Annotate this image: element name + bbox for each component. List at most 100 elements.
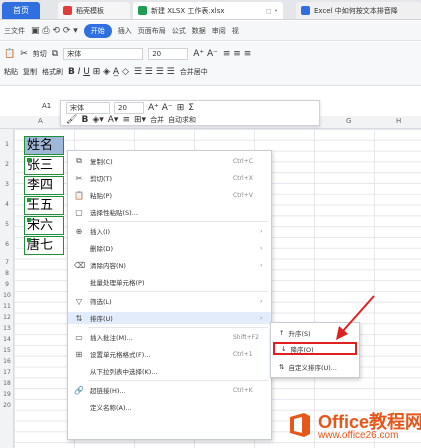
tab-bar: 首页 稻壳模板 新建 XLSX 工作表.xlsx ◻ • Excel 中如何按文… xyxy=(0,0,421,20)
menu-view[interactable]: 视 xyxy=(232,26,239,36)
cell-a3[interactable]: 李四 xyxy=(24,176,64,195)
row-header[interactable]: 18 xyxy=(0,380,14,387)
column-header[interactable]: H xyxy=(396,117,401,125)
grow-font-icon[interactable]: A⁺ A⁻ xyxy=(193,49,218,59)
copy-label[interactable]: 复制 xyxy=(23,67,37,77)
cell-a2[interactable]: 张三 xyxy=(24,156,64,175)
row-header[interactable]: 8 xyxy=(0,270,14,277)
grow-font-icon[interactable]: A⁺ A⁻ xyxy=(148,103,173,113)
quick-access-icons[interactable]: ▣ ⎙ ⟲ ⟳ ▾ xyxy=(31,26,78,36)
row-header-bar: 1 2 3 4 5 6 7 8 9 10 11 12 13 14 15 16 1… xyxy=(0,129,14,448)
tab-workbook[interactable]: 新建 XLSX 工作表.xlsx ◻ • xyxy=(133,2,283,19)
font-name-select[interactable]: 宋体 xyxy=(63,48,144,60)
cell-a6[interactable]: 唐七 xyxy=(24,236,64,255)
format-painter-label[interactable]: 格式刷 xyxy=(42,67,63,77)
fill-color-icon[interactable]: ◈▾ xyxy=(92,115,103,125)
row-header[interactable]: 11 xyxy=(0,303,14,310)
office-logo-icon xyxy=(290,413,310,437)
chevron-right-icon: › xyxy=(260,244,263,252)
align-center-icon[interactable]: ≡ xyxy=(122,115,130,125)
menu-separator xyxy=(88,380,268,381)
menu-start[interactable]: 开始 xyxy=(83,23,112,38)
menu-item-cut[interactable]: ✂ 剪切(T) Ctrl+X xyxy=(68,172,271,184)
row-header[interactable]: 2 xyxy=(0,161,14,168)
custom-sort[interactable]: ⇅ 自定义排序(U)... xyxy=(273,360,357,373)
green-marker xyxy=(27,218,31,222)
copy-icon[interactable]: ⧉ xyxy=(52,49,58,59)
menu-item-paste-special[interactable]: ▢ 选择性粘贴(S)... xyxy=(68,206,271,218)
menu-item-insert[interactable]: ⊕ 插入(I) › xyxy=(68,225,271,237)
menu-layout[interactable]: 页面布局 xyxy=(138,26,166,36)
format-painter-icon[interactable]: 🖌 xyxy=(66,115,77,125)
border-icon[interactable]: ⊞▾ xyxy=(134,115,146,125)
row-header[interactable]: 10 xyxy=(0,292,14,299)
cell-a5[interactable]: 宋六 xyxy=(24,216,64,235)
row-header[interactable]: 20 xyxy=(0,402,14,409)
menu-item-define-name[interactable]: 定义名称(A)... xyxy=(68,401,271,413)
cut-label[interactable]: 剪切 xyxy=(33,49,47,59)
clear-icon: ⌫ xyxy=(74,260,86,270)
mini-merge-label[interactable]: 合并 xyxy=(150,115,164,125)
row-header[interactable]: 16 xyxy=(0,358,14,365)
tab-docer[interactable]: 稻壳模板 xyxy=(58,2,130,19)
tab-home[interactable]: 首页 xyxy=(2,2,40,19)
bold-icon[interactable]: B xyxy=(81,115,88,125)
cut-icon[interactable]: ✂ xyxy=(20,49,28,59)
paste-icon: 📋 xyxy=(74,190,84,200)
tab-document[interactable]: Excel 中如何按文本排音降 xyxy=(296,2,421,19)
cell-a1[interactable]: 姓名 xyxy=(24,136,64,155)
sum-icon[interactable]: Σ xyxy=(188,103,194,113)
row-header[interactable]: 14 xyxy=(0,336,14,343)
menu-insert[interactable]: 插入 xyxy=(118,26,132,36)
row-header[interactable]: 6 xyxy=(0,241,14,248)
menu-review[interactable]: 审阅 xyxy=(212,26,226,36)
menu-item-pick-list[interactable]: 从下拉列表中选择(K)... xyxy=(68,365,271,377)
column-header[interactable]: A xyxy=(38,117,43,125)
menu-item-clear[interactable]: ⌫ 清除内容(N) › xyxy=(68,259,271,271)
mini-autosum-label[interactable]: 自动求和 xyxy=(168,115,196,125)
watermark: Office教程网 www.office26.com xyxy=(286,408,421,448)
row-header[interactable]: 7 xyxy=(0,259,14,266)
menu-bar: 三文件 ▣ ⎙ ⟲ ⟳ ▾ 开始 插入 页面布局 公式 数据 审阅 视 xyxy=(0,21,421,41)
font-color-icon[interactable]: A▾ xyxy=(108,115,119,125)
menu-file[interactable]: 三文件 xyxy=(4,26,25,36)
column-header[interactable]: G xyxy=(346,117,351,125)
row-header[interactable]: 3 xyxy=(0,181,14,188)
menu-data[interactable]: 数据 xyxy=(192,26,206,36)
mini-font-select[interactable]: 宋体 xyxy=(66,102,110,114)
paste-icon[interactable]: 📋 xyxy=(4,49,15,59)
close-icon[interactable]: ◻ • xyxy=(266,7,278,15)
row-header[interactable]: 1 xyxy=(0,141,14,148)
paste-label[interactable]: 粘贴 xyxy=(4,67,18,77)
cell-a4[interactable]: 王五 xyxy=(24,196,64,215)
menu-item-paste[interactable]: 📋 粘贴(P) Ctrl+V xyxy=(68,189,271,201)
menu-item-comment[interactable]: ▭ 插入批注(M)... Shift+F2 xyxy=(68,331,271,343)
mini-size-select[interactable]: 20 xyxy=(114,102,144,114)
menu-item-sort[interactable]: ⇅ 排序(U) › xyxy=(68,312,271,324)
row-header[interactable]: 4 xyxy=(0,201,14,208)
menu-item-format-cells[interactable]: ⊞ 设置单元格格式(F)... Ctrl+1 xyxy=(68,348,271,360)
merge-center-label[interactable]: 合并居中 xyxy=(180,67,208,77)
menu-item-batch[interactable]: 批量处理单元格(P) xyxy=(68,276,271,288)
row-header[interactable]: 19 xyxy=(0,391,14,398)
row-header[interactable]: 15 xyxy=(0,347,14,354)
green-marker xyxy=(27,238,31,242)
row-header[interactable]: 17 xyxy=(0,369,14,376)
row-header[interactable]: 9 xyxy=(0,281,14,288)
bold-icon[interactable]: B I U ⊞ ◈ A̲ ◇ xyxy=(68,67,129,77)
row-header[interactable]: 12 xyxy=(0,314,14,321)
align-icons-2[interactable]: ☰ ☰ ☰ ☰ xyxy=(134,67,175,77)
cell-reference[interactable]: A1 xyxy=(42,102,51,110)
row-header[interactable]: 5 xyxy=(0,221,14,228)
cell-text: 姓名 xyxy=(27,138,54,153)
row-header[interactable]: 13 xyxy=(0,325,14,332)
menu-item-hyperlink[interactable]: 🔗 超链接(H)... Ctrl+K xyxy=(68,384,271,396)
menu-item-delete[interactable]: 删除(D) › xyxy=(68,242,271,254)
menu-item-copy[interactable]: ⧉ 复制(C) Ctrl+C xyxy=(68,155,271,167)
font-size-select[interactable]: 20 xyxy=(148,48,189,60)
mini-toolbar-row-2: 🖌 B ◈▾ A▾ ≡ ⊞▾ 合并 自动求和 xyxy=(66,114,196,126)
menu-formula[interactable]: 公式 xyxy=(172,26,186,36)
align-icons[interactable]: ≡ ≡ ≡ xyxy=(223,49,251,59)
menu-item-filter[interactable]: ▽ 筛选(L) › xyxy=(68,295,271,307)
merge-icon[interactable]: ⊞ xyxy=(177,103,185,113)
